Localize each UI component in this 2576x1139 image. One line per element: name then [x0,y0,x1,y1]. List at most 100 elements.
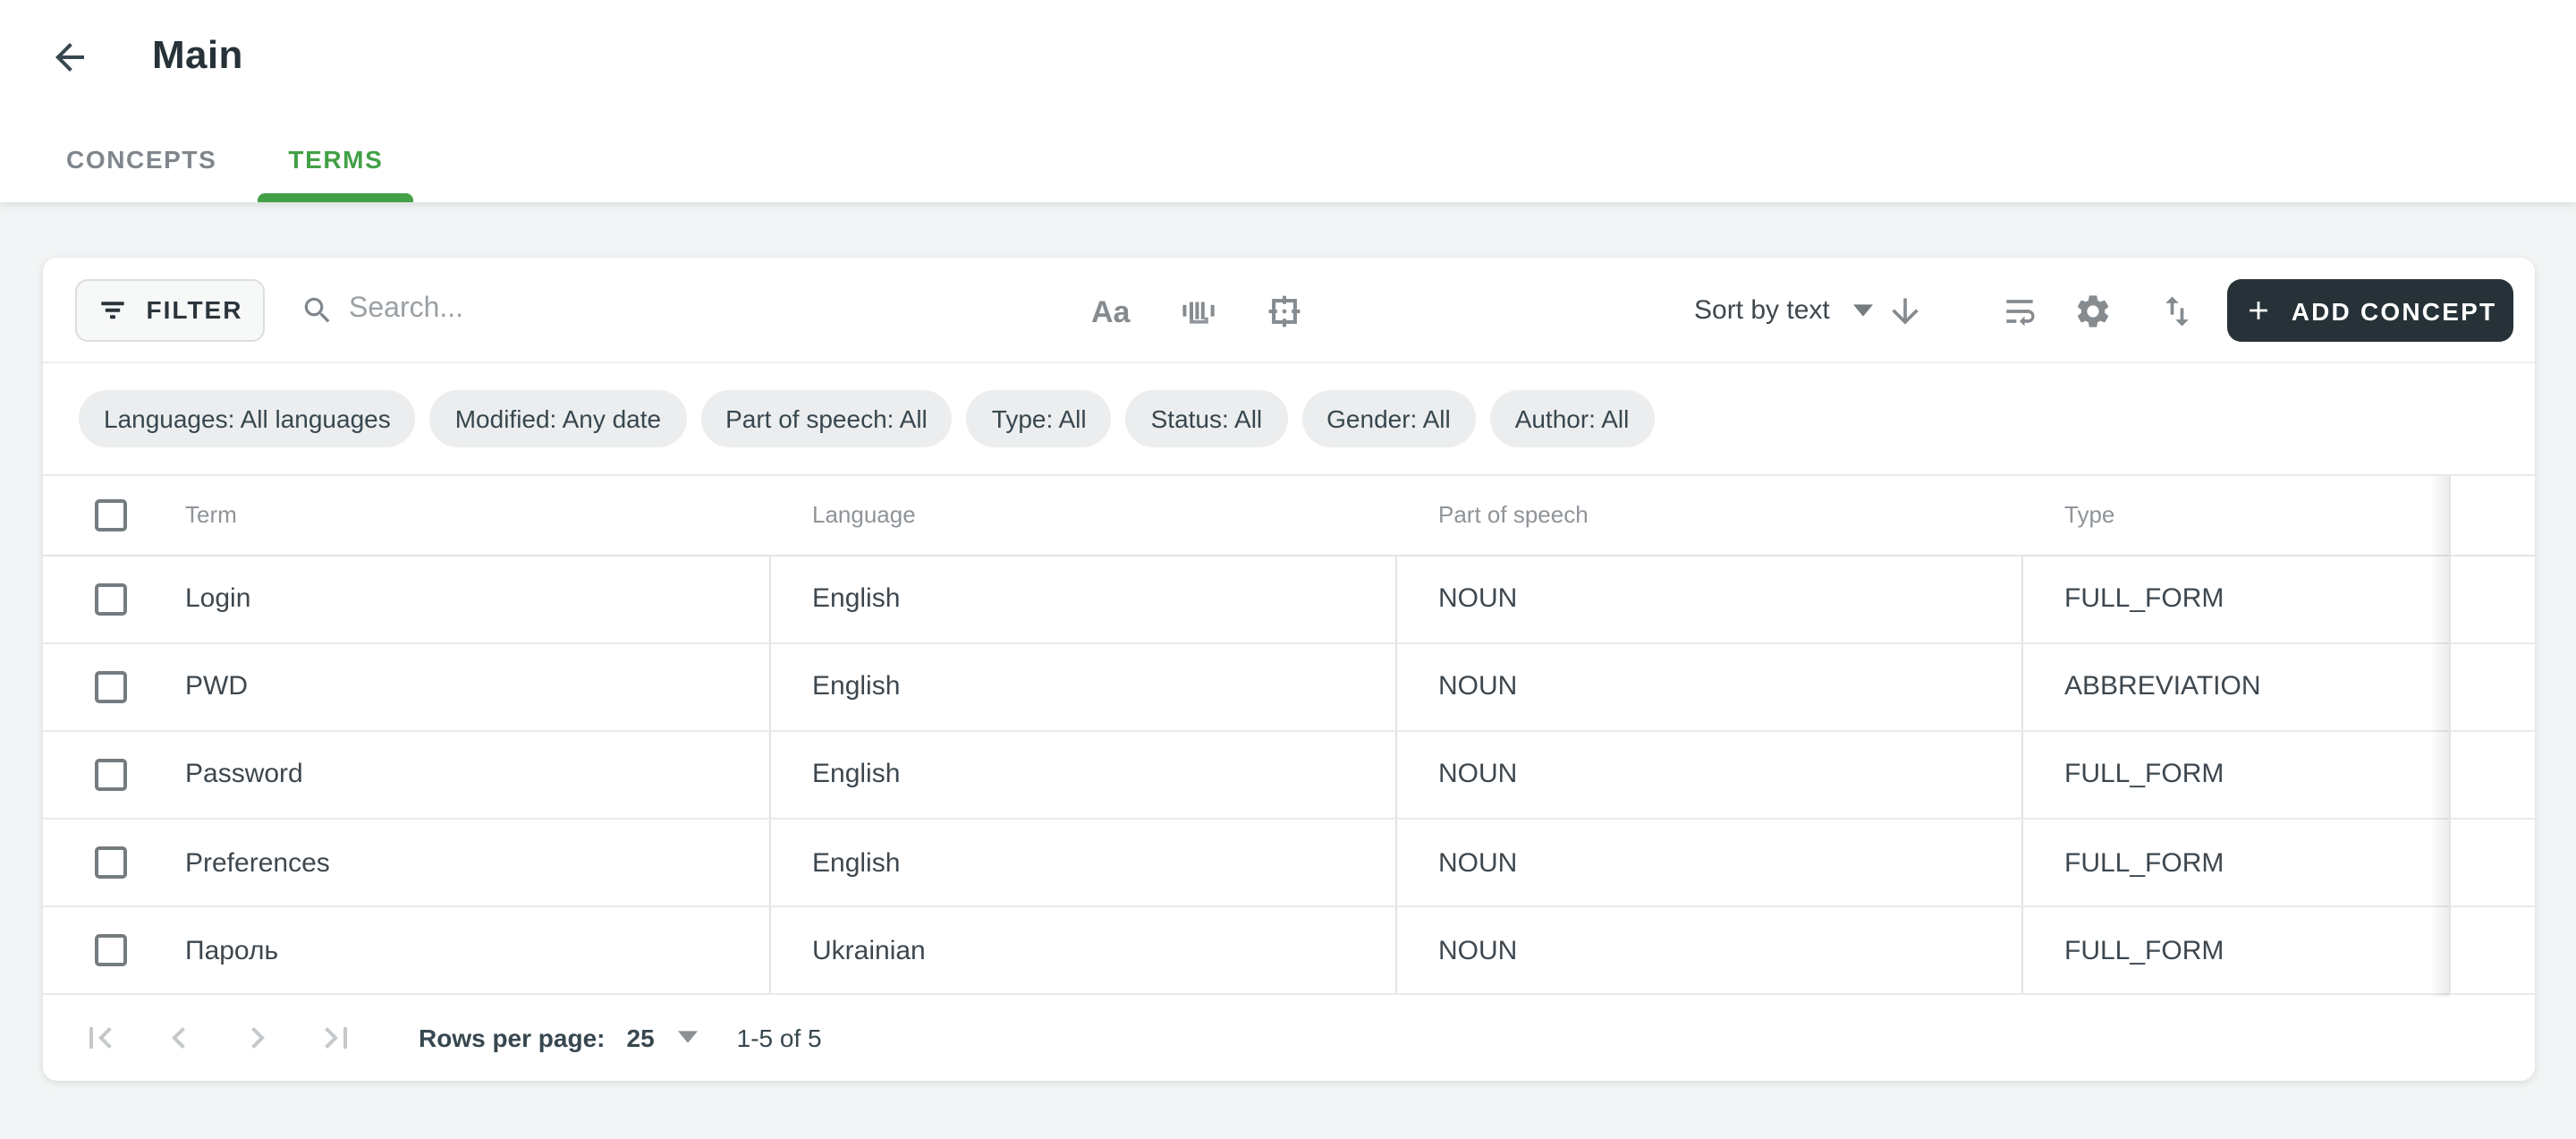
table-row[interactable]: PWD English NOUN ABBREVIATION [43,643,2534,731]
tab-concepts[interactable]: CONCEPTS [25,115,258,201]
pagination-range: 1-5 of 5 [737,1024,822,1052]
table-row[interactable]: Password English NOUN FULL_FORM [43,732,2534,820]
wrap-text-icon[interactable] [2000,291,2039,330]
table-row[interactable]: Login English NOUN FULL_FORM [43,556,2534,643]
chip-type[interactable]: Type: All [967,390,1112,446]
part-of-speech-cell: NOUN [1395,820,2021,905]
search-input[interactable] [349,294,886,327]
language-cell: English [769,556,1395,642]
part-of-speech-cell: NOUN [1395,643,2021,729]
exact-match-icon[interactable] [1265,291,1304,330]
table-row[interactable]: Пароль Ukrainian NOUN FULL_FORM [43,908,2534,996]
term-cell: PWD [185,672,248,702]
caret-down-icon [1853,304,1873,317]
term-cell: Login [185,583,250,614]
chip-label: Languages: All languages [104,404,391,433]
rows-per-page-value: 25 [627,1024,655,1052]
back-button[interactable] [48,36,91,79]
search-icon [301,293,335,327]
chip-languages[interactable]: Languages: All languages [79,390,416,446]
pagination-bar: Rows per page: 25 1-5 of 5 [43,996,2534,1080]
actions-cell [2448,556,2534,642]
type-cell: FULL_FORM [2021,908,2448,994]
filter-button-label: FILTER [147,296,243,325]
actions-cell [2448,643,2534,729]
plus-icon [2243,295,2274,326]
chip-label: Type: All [992,404,1087,433]
chip-gender[interactable]: Gender: All [1301,390,1476,446]
match-case-icon[interactable]: Aa [1091,294,1130,330]
table-body: Login English NOUN FULL_FORM PWD English… [43,556,2534,996]
type-cell: FULL_FORM [2021,820,2448,905]
swap-vertical-icon[interactable] [2157,291,2197,330]
chip-label: Part of speech: All [725,404,928,433]
chip-label: Modified: Any date [455,404,661,433]
terms-card: FILTER Aa Sort by t [43,257,2534,1080]
next-page-icon[interactable] [236,1016,279,1059]
column-header-term: Term [185,501,237,528]
language-cell: English [769,820,1395,905]
actions-cell [2448,908,2534,994]
row-checkbox[interactable] [94,671,126,703]
chip-label: Gender: All [1326,404,1451,433]
column-header-part-of-speech: Part of speech [1395,475,2021,554]
chip-label: Status: All [1151,404,1263,433]
table-row[interactable]: Preferences English NOUN FULL_FORM [43,820,2534,907]
actions-cell [2448,732,2534,818]
previous-page-icon[interactable] [157,1016,200,1059]
settings-gear-icon[interactable] [2073,291,2113,330]
chip-modified[interactable]: Modified: Any date [430,390,686,446]
terminology-page: Main CONCEPTS TERMS FILTER [0,0,2576,1139]
first-page-icon[interactable] [79,1016,122,1059]
part-of-speech-cell: NOUN [1395,908,2021,994]
chip-part-of-speech[interactable]: Part of speech: All [700,390,953,446]
chip-author[interactable]: Author: All [1490,390,1655,446]
row-checkbox[interactable] [94,935,126,967]
part-of-speech-cell: NOUN [1395,556,2021,642]
chip-status[interactable]: Status: All [1126,390,1288,446]
filter-chips-row: Languages: All languages Modified: Any d… [43,363,2534,475]
tab-bar: CONCEPTS TERMS [25,115,413,201]
tab-terms-label: TERMS [288,144,383,173]
language-cell: Ukrainian [769,908,1395,994]
part-of-speech-cell: NOUN [1395,732,2021,818]
rows-per-page-label: Rows per page: [419,1024,606,1052]
row-checkbox[interactable] [94,759,126,791]
toolbar: FILTER Aa Sort by t [43,257,2534,363]
actions-cell [2448,820,2534,905]
select-all-checkbox[interactable] [94,498,126,531]
table-header: Term Language Part of speech Type [43,475,2534,556]
language-cell: English [769,643,1395,729]
sort-direction-icon[interactable] [1885,291,1925,330]
page-title: Main [152,32,243,79]
arrow-left-icon [48,36,91,79]
term-cell: Пароль [185,936,278,966]
tab-terms[interactable]: TERMS [258,115,413,201]
app-bar: Main CONCEPTS TERMS [0,0,2576,201]
sort-by-dropdown[interactable]: Sort by text [1694,279,1873,341]
sort-by-label: Sort by text [1694,295,1830,326]
term-cell: Preferences [185,847,330,878]
type-cell: FULL_FORM [2021,556,2448,642]
add-concept-button[interactable]: ADD CONCEPT [2227,279,2512,342]
column-header-type: Type [2021,475,2448,554]
search-box [301,279,886,341]
fuzzy-match-icon[interactable] [1177,290,1220,333]
column-header-actions [2448,475,2534,554]
term-cell: Password [185,760,303,790]
type-cell: ABBREVIATION [2021,643,2448,729]
row-checkbox[interactable] [94,582,126,615]
chip-label: Author: All [1515,404,1630,433]
filter-button[interactable]: FILTER [74,279,265,341]
language-cell: English [769,732,1395,818]
tab-concepts-label: CONCEPTS [66,144,216,173]
last-page-icon[interactable] [315,1016,358,1059]
rows-per-page-select[interactable]: 25 [627,1024,698,1052]
content-area: FILTER Aa Sort by t [0,201,2576,1139]
add-concept-label: ADD CONCEPT [2292,296,2497,325]
filter-lines-icon [97,294,129,327]
row-checkbox[interactable] [94,846,126,879]
caret-down-icon [678,1032,698,1044]
type-cell: FULL_FORM [2021,732,2448,818]
column-header-language: Language [769,475,1395,554]
